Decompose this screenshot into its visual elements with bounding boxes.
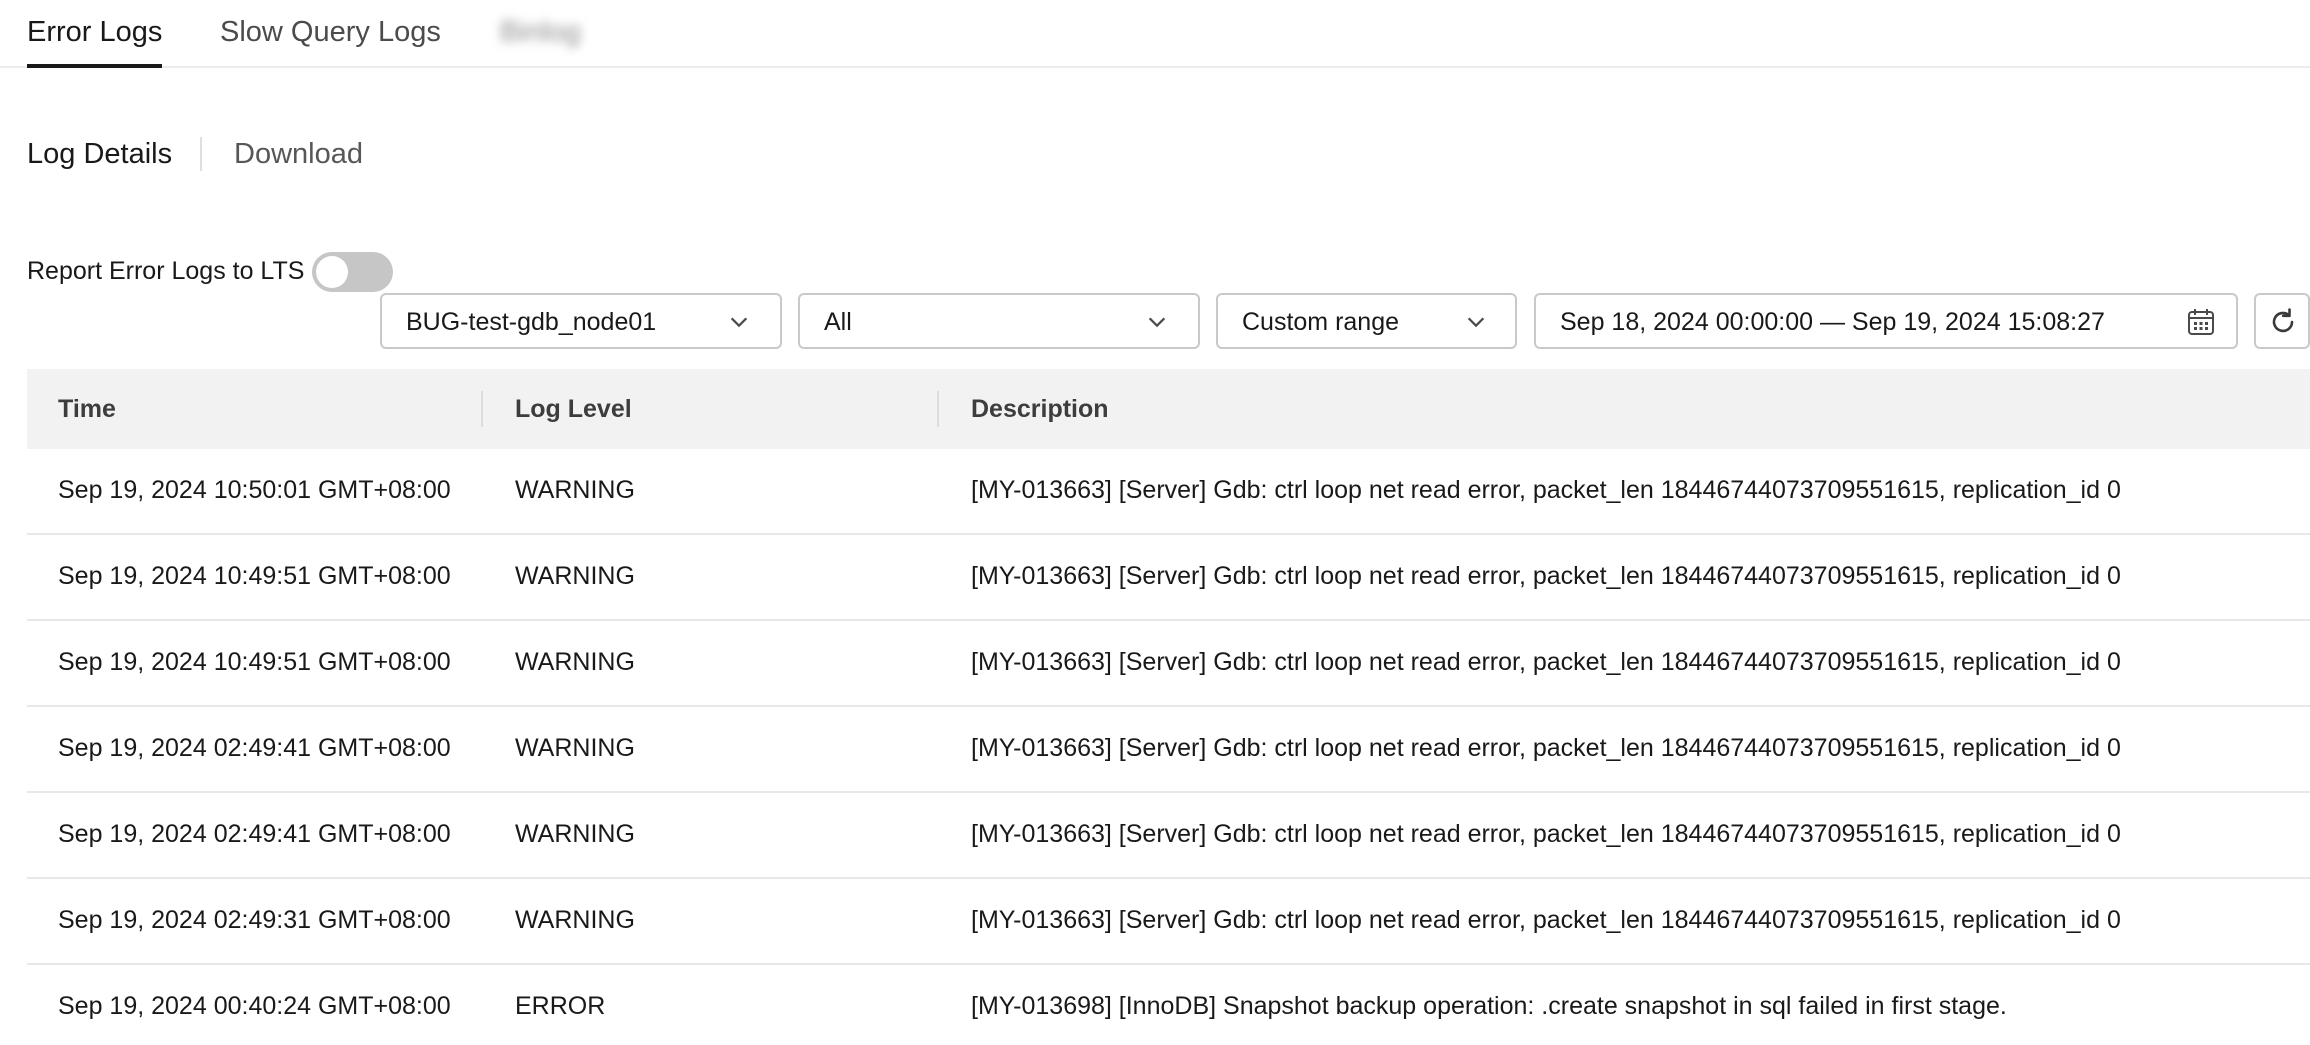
tab-error-logs[interactable]: Error Logs — [27, 14, 163, 68]
cell-description: [MY-013663] [Server] Gdb: ctrl loop net … — [971, 820, 2121, 848]
cell-description: [MY-013663] [Server] Gdb: ctrl loop net … — [971, 734, 2121, 762]
range-type-select[interactable]: Custom range — [1216, 293, 1517, 349]
table-row: Sep 19, 2024 02:49:31 GMT+08:00 WARNING … — [27, 879, 2310, 965]
node-select-value: BUG-test-gdb_node01 — [406, 308, 657, 336]
report-error-logs-label: Report Error Logs to LTS — [27, 257, 305, 285]
top-tab-bar: Error Logs Slow Query Logs Binlog — [0, 0, 2310, 68]
error-log-table: Time Log Level Description Sep 19, 2024 … — [27, 369, 2310, 1045]
table-row: Sep 19, 2024 02:49:41 GMT+08:00 WARNING … — [27, 707, 2310, 793]
log-level-select[interactable]: All — [798, 293, 1200, 349]
cell-time: Sep 19, 2024 02:49:31 GMT+08:00 — [58, 906, 451, 934]
chevron-down-icon — [730, 317, 748, 328]
tab-slow-query-logs[interactable]: Slow Query Logs — [220, 14, 441, 68]
date-range-value: Sep 18, 2024 00:00:00 — Sep 19, 2024 15:… — [1560, 308, 2105, 336]
column-header-log-level: Log Level — [515, 395, 632, 423]
error-logs-page: Error Logs Slow Query Logs Binlog Log De… — [0, 0, 2310, 1045]
report-lts-toggle[interactable] — [312, 252, 393, 292]
subtab-download[interactable]: Download — [234, 136, 363, 176]
cell-log-level: WARNING — [515, 820, 635, 848]
cell-time: Sep 19, 2024 10:49:51 GMT+08:00 — [58, 648, 451, 676]
subtab-divider — [200, 137, 202, 171]
toggle-knob — [316, 256, 348, 288]
cell-time: Sep 19, 2024 02:49:41 GMT+08:00 — [58, 734, 451, 762]
node-select[interactable]: BUG-test-gdb_node01 — [380, 293, 782, 349]
chevron-down-icon — [1148, 317, 1166, 328]
table-header: Time Log Level Description — [27, 369, 2310, 449]
refresh-icon — [2272, 308, 2294, 333]
cell-log-level: WARNING — [515, 648, 635, 676]
log-level-select-value: All — [824, 308, 852, 336]
table-row: Sep 19, 2024 10:49:51 GMT+08:00 WARNING … — [27, 621, 2310, 707]
cell-time: Sep 19, 2024 00:40:24 GMT+08:00 — [58, 992, 451, 1020]
refresh-button[interactable] — [2254, 293, 2310, 349]
column-header-description: Description — [971, 395, 1109, 423]
chevron-down-icon — [1467, 317, 1485, 328]
cell-log-level: WARNING — [515, 734, 635, 762]
cell-time: Sep 19, 2024 10:50:01 GMT+08:00 — [58, 476, 451, 504]
table-row: Sep 19, 2024 10:50:01 GMT+08:00 WARNING … — [27, 449, 2310, 535]
range-type-select-value: Custom range — [1242, 308, 1400, 336]
date-range-picker[interactable]: Sep 18, 2024 00:00:00 — Sep 19, 2024 15:… — [1534, 293, 2238, 349]
cell-description: [MY-013663] [Server] Gdb: ctrl loop net … — [971, 562, 2121, 590]
cell-log-level: WARNING — [515, 476, 635, 504]
column-divider — [481, 391, 483, 427]
column-header-time: Time — [58, 395, 116, 423]
calendar-icon[interactable] — [2186, 307, 2216, 337]
subtab-log-details[interactable]: Log Details — [27, 136, 172, 176]
tab-binlog[interactable]: Binlog — [500, 14, 581, 68]
cell-description: [MY-013698] [InnoDB] Snapshot backup ope… — [971, 992, 2007, 1020]
cell-description: [MY-013663] [Server] Gdb: ctrl loop net … — [971, 906, 2121, 934]
cell-time: Sep 19, 2024 02:49:41 GMT+08:00 — [58, 820, 451, 848]
cell-log-level: WARNING — [515, 906, 635, 934]
table-row: Sep 19, 2024 02:49:41 GMT+08:00 WARNING … — [27, 793, 2310, 879]
cell-log-level: WARNING — [515, 562, 635, 590]
cell-description: [MY-013663] [Server] Gdb: ctrl loop net … — [971, 648, 2121, 676]
column-divider — [937, 391, 939, 427]
cell-description: [MY-013663] [Server] Gdb: ctrl loop net … — [971, 476, 2121, 504]
cell-log-level: ERROR — [515, 992, 606, 1020]
table-row: Sep 19, 2024 10:49:51 GMT+08:00 WARNING … — [27, 535, 2310, 621]
cell-time: Sep 19, 2024 10:49:51 GMT+08:00 — [58, 562, 451, 590]
table-row: Sep 19, 2024 00:40:24 GMT+08:00 ERROR [M… — [27, 965, 2310, 1045]
